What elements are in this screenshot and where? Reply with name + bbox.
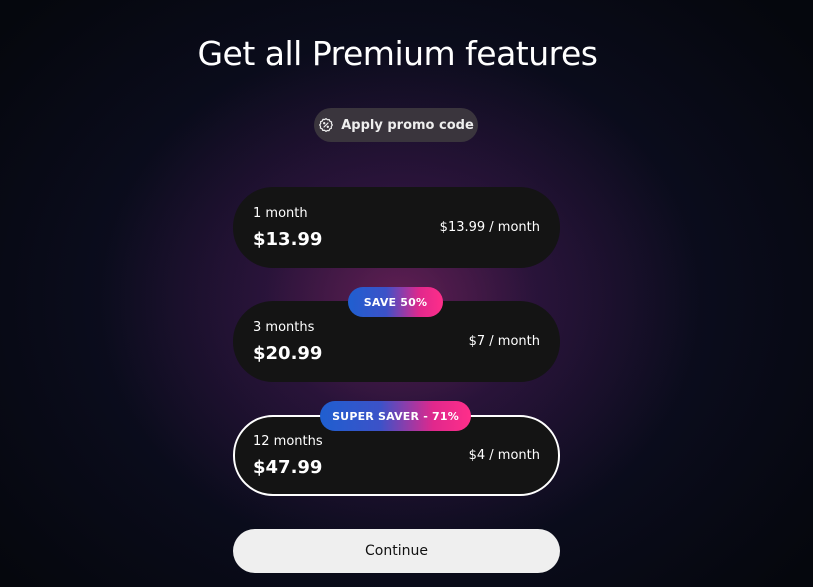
plan-price: $47.99: [253, 457, 323, 478]
page-title: Get all Premium features: [197, 34, 598, 73]
promo-label: Apply promo code: [341, 117, 474, 133]
continue-button[interactable]: Continue: [233, 529, 560, 573]
plan-term: 12 months: [253, 434, 323, 449]
plan-monthly-price: $4 / month: [468, 448, 540, 463]
apply-promo-code-button[interactable]: Apply promo code: [314, 108, 478, 142]
save-badge: SAVE 50%: [348, 287, 443, 317]
plan-term: 3 months: [253, 320, 315, 335]
super-saver-badge: SUPER SAVER - 71%: [320, 401, 471, 431]
plan-price: $13.99: [253, 229, 323, 250]
plan-monthly-price: $7 / month: [468, 334, 540, 349]
plan-price: $20.99: [253, 343, 323, 364]
plan-monthly-price: $13.99 / month: [439, 220, 540, 235]
plan-term: 1 month: [253, 206, 308, 221]
discount-badge-icon: [319, 118, 334, 132]
plan-card-1-month[interactable]: 1 month $13.99 $13.99 / month: [233, 187, 560, 268]
